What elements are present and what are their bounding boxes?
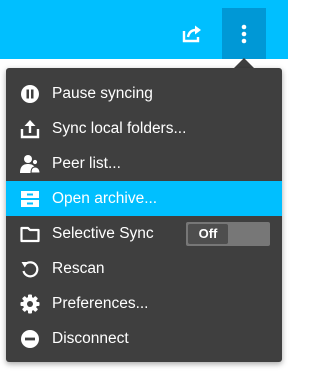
- menu-item-label: Preferences...: [52, 295, 149, 312]
- menu-item-disconnect[interactable]: Disconnect: [6, 321, 282, 356]
- menu-item-label: Rescan: [52, 260, 105, 277]
- top-toolbar: [0, 0, 288, 59]
- gear-icon: [20, 294, 40, 314]
- menu-item-sync-local-folders[interactable]: Sync local folders...: [6, 111, 282, 146]
- menu-item-pause-syncing[interactable]: Pause syncing: [6, 76, 282, 111]
- menu-item-label: Selective Sync: [52, 225, 154, 242]
- menu-item-label: Open archive...: [52, 190, 158, 207]
- upload-icon: [20, 119, 40, 139]
- menu-item-peer-list[interactable]: Peer list...: [6, 146, 282, 181]
- pause-icon: [20, 84, 40, 104]
- selective-sync-toggle[interactable]: Off: [186, 222, 270, 246]
- vertical-dots-icon: [241, 24, 247, 43]
- more-options-button[interactable]: [222, 8, 266, 59]
- people-icon: [20, 154, 40, 174]
- folder-icon: [20, 224, 40, 244]
- menu-item-preferences[interactable]: Preferences...: [6, 286, 282, 321]
- refresh-icon: [20, 259, 40, 279]
- share-button[interactable]: [174, 16, 210, 52]
- menu-item-label: Sync local folders...: [52, 120, 187, 137]
- archive-icon: [20, 189, 40, 209]
- menu-item-rescan[interactable]: Rescan: [6, 251, 282, 286]
- menu-item-label: Disconnect: [52, 330, 129, 347]
- share-arrow-icon: [182, 25, 201, 43]
- disconnect-icon: [20, 329, 40, 349]
- toggle-state-label: Off: [188, 224, 228, 244]
- menu-item-selective-sync[interactable]: Selective Sync Off: [6, 216, 282, 251]
- menu-item-label: Peer list...: [52, 155, 121, 172]
- menu-item-label: Pause syncing: [52, 85, 153, 102]
- menu-item-open-archive[interactable]: Open archive...: [6, 181, 282, 216]
- dropdown-menu: Pause syncing Sync local folders... Peer…: [6, 68, 282, 362]
